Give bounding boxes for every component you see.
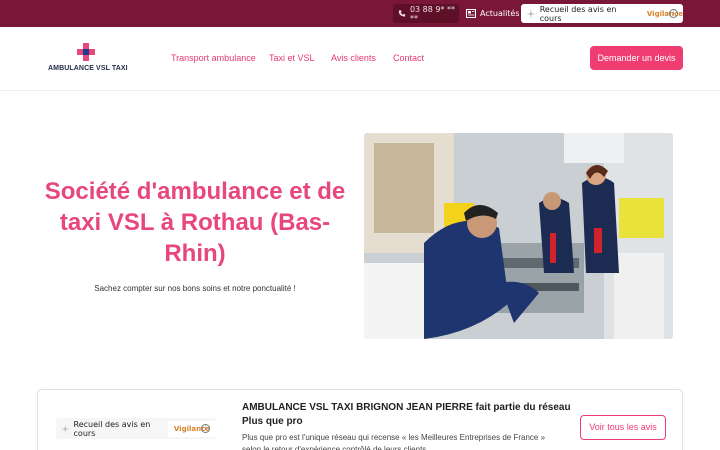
review-status-label: Recueil des avis en cours	[73, 419, 151, 438]
medical-cross-logo-icon	[77, 43, 95, 61]
reviews-title: AMBULANCE VSL TAXI BRIGNON JEAN PIERRE f…	[242, 402, 571, 427]
hero-title: Société d'ambulance et de taxi VSL à Rot…	[44, 178, 346, 267]
request-quote-button[interactable]: Demander un devis	[590, 46, 683, 70]
phone-number: 03 88 9* ** **	[409, 4, 456, 23]
review-status-badge-secondary[interactable]: Recueil des avis en cours Vigilance i	[56, 418, 216, 439]
logo[interactable]: AMBULANCE VSL TAXI	[48, 43, 128, 75]
hero-image-ambulance-crew	[364, 133, 673, 339]
news-link[interactable]: Actualités	[466, 4, 520, 23]
newspaper-icon	[466, 9, 476, 18]
sparkle-icon	[61, 424, 70, 433]
hero-subtitle: Sachez compter sur nos bons soins et not…	[94, 284, 296, 293]
sparkle-icon	[526, 8, 536, 19]
reviews-description: Plus que pro est l'unique réseau qui rec…	[242, 433, 546, 450]
top-bar: 03 88 9* ** ** Actualités Recueil des av…	[0, 0, 720, 27]
review-status-badge[interactable]: Recueil des avis en cours Vigilance i	[521, 4, 683, 23]
nav-transport-ambulance[interactable]: Transport ambulance	[171, 53, 256, 63]
info-icon[interactable]: i	[201, 424, 210, 433]
reviews-card: Recueil des avis en cours Vigilance i AM…	[37, 389, 683, 450]
info-icon[interactable]: i	[669, 9, 678, 18]
view-all-reviews-button[interactable]: Voir tous les avis	[580, 415, 666, 440]
logo-text: AMBULANCE VSL TAXI	[48, 65, 128, 72]
phone-link[interactable]: 03 88 9* ** **	[393, 4, 459, 23]
review-status-label: Recueil des avis en cours	[539, 4, 617, 23]
nav-taxi-vsl[interactable]: Taxi et VSL	[269, 53, 315, 63]
nav-contact[interactable]: Contact	[393, 53, 424, 63]
site-header: AMBULANCE VSL TAXI Transport ambulance T…	[0, 27, 720, 91]
nav-avis-clients[interactable]: Avis clients	[331, 53, 376, 63]
news-label: Actualités	[480, 9, 520, 18]
phone-icon	[398, 10, 406, 17]
